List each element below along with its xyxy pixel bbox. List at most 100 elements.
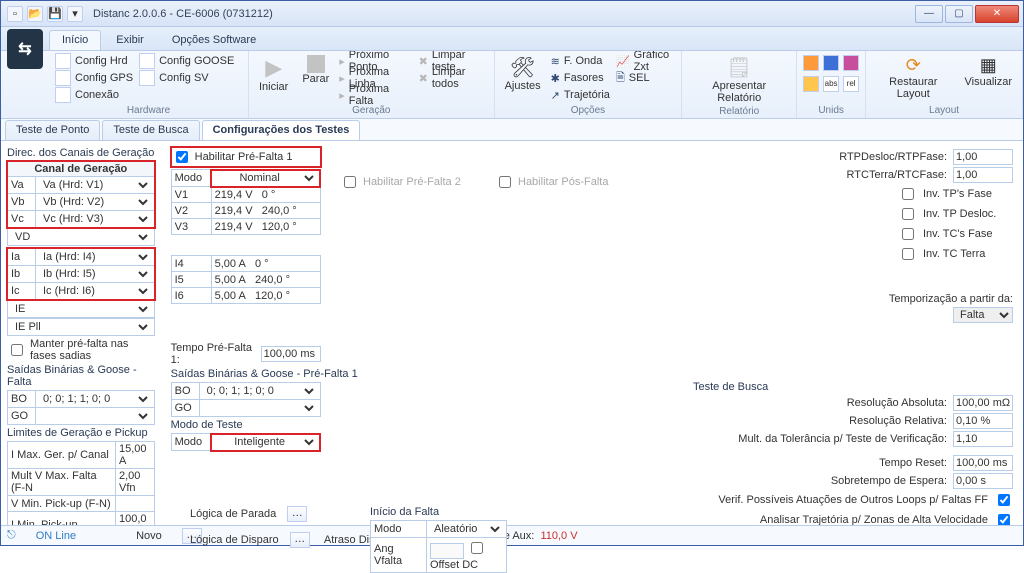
gear-icon [55,53,71,69]
menu-opcoes[interactable]: Opções Software [159,30,269,50]
chk-manter[interactable] [11,344,23,356]
btn-lp[interactable]: … [287,506,307,522]
grafico-zxt[interactable]: 📈 Gráfico Zxt [616,53,675,69]
abs-icon[interactable]: abs [823,76,839,92]
row-ia: IaIa (Hrd: I4) [8,249,155,266]
row-ib: IbIb (Hrd: I5) [8,266,155,283]
sel-vc[interactable]: Vc (Hrd: V3) [39,212,151,226]
sel-modo-pf1[interactable]: Nominal [215,171,317,185]
sel-ib[interactable]: Ib (Hrd: I5) [39,267,151,281]
hab-pf2-label: Habilitar Pré-Falta 2 [363,176,461,188]
sel-vb[interactable]: Vb (Hrd: V2) [39,195,151,209]
chk-v2[interactable] [998,514,1010,525]
rr-label: Resolução Relativa: [849,415,947,427]
sel-ie[interactable]: IE [11,302,151,316]
chk-hab-pf2[interactable] [344,176,356,188]
tab-teste-ponto[interactable]: Teste de Ponto [5,120,100,140]
sb-falta-label: Saídas Binárias & Goose - Falta [7,364,155,388]
mt-title: Modo de Teste [171,419,473,431]
status-online-icon: ⎋ [7,529,16,542]
inp-mt[interactable] [953,431,1013,447]
chk-inv-tp-fase[interactable] [902,188,914,200]
restaurar-layout[interactable]: ⟳Restaurar Layout [872,53,954,102]
qat-open-icon[interactable]: 📂 [27,6,43,22]
sel-temp[interactable]: Falta [953,307,1013,323]
sel-ic[interactable]: Ic (Hrd: I6) [39,284,151,298]
sel-modo-teste[interactable]: Inteligente [215,435,317,449]
lbl-inv-tc-terra: Inv. TC Terra [923,248,1013,260]
sel-go-pf1[interactable] [203,401,317,415]
qat-save-icon[interactable]: 💾 [47,6,63,22]
rtp-label: RTPDesloc/RTPFase: [839,151,947,163]
app-logo-icon[interactable]: ⇆ [7,29,43,69]
config-goose[interactable]: Config GOOSE [139,53,234,69]
v1-label: Verif. Possíveis Atuações de Outros Loop… [718,494,988,506]
tab-config-testes[interactable]: Configurações dos Testes [202,120,361,140]
close-button[interactable]: ✕ [975,5,1019,23]
unit-icon-4[interactable] [803,76,819,92]
visualizar[interactable]: ▦Visualizar [961,53,1017,90]
row-va: VaVa (Hrd: V1) [8,177,155,194]
se-label: Sobretempo de Espera: [831,475,947,487]
fa-value: 110,0 V [540,530,577,542]
sel[interactable]: 🗎 SEL [616,70,675,86]
trajetoria[interactable]: ↗ Trajetória [551,87,610,103]
sel-va[interactable]: Va (Hrd: V1) [39,178,151,192]
tb-title: Teste de Busca [693,381,1013,393]
tempo-pf1-label: Tempo Pré-Falta 1: [171,342,257,366]
gps-icon [55,70,71,86]
unit-icon-3[interactable] [843,55,859,71]
menu-inicio[interactable]: Início [49,30,101,50]
sel-vd[interactable]: VD [11,230,151,244]
sel-iepll[interactable]: IE Pll [11,320,151,334]
unit-icon-2[interactable] [823,55,839,71]
if-title: Início da Falta [370,506,481,518]
window-title: Distanc 2.0.0.6 - CE-6006 (0731212) [93,8,273,20]
inp-ra[interactable] [953,395,1013,411]
chk-inv-tc-fase[interactable] [902,228,914,240]
f-onda[interactable]: ≋ F. Onda [551,53,610,69]
modo-label: Modo [171,170,211,187]
chk-hab-pf1[interactable] [176,151,188,163]
row-vb: VbVb (Hrd: V2) [8,194,155,211]
sel-go-falta[interactable] [39,409,151,423]
rtc-label: RTCTerra/RTCFase: [847,169,947,181]
fasores[interactable]: ✱ Fasores [551,70,610,86]
config-hrd[interactable]: Config Hrd [55,53,133,69]
chk-v1[interactable] [998,494,1010,506]
sel-if-modo[interactable]: Aleatório [430,522,481,525]
qat-new-icon[interactable]: ▫ [7,6,23,22]
lim-title: Limites de Geração e Pickup [7,427,155,439]
inp-tr[interactable] [953,455,1013,471]
lbl-inv-tp-desloc: Inv. TP Desloc. [923,208,1013,220]
conexao[interactable]: Conexão [55,87,133,103]
maximize-button[interactable]: ▢ [945,5,973,23]
tab-teste-busca[interactable]: Teste de Busca [102,120,199,140]
qat-dropdown-icon[interactable]: ▾ [67,6,83,22]
ajustes-button[interactable]: 🛠Ajustes [501,53,545,94]
config-sv[interactable]: Config SV [139,70,234,86]
chk-inv-tc-terra[interactable] [902,248,914,260]
inp-rtc[interactable] [953,167,1013,183]
inp-rr[interactable] [953,413,1013,429]
chk-inv-tp-desloc[interactable] [902,208,914,220]
lp-label: Lógica de Parada [190,508,276,520]
sel-ia[interactable]: Ia (Hrd: I4) [39,250,151,264]
group-relatorio: Relatório [688,106,790,117]
inp-se[interactable] [953,473,1013,489]
lbl-inv-tc-fase: Inv. TC's Fase [923,228,1013,240]
config-gps[interactable]: Config GPS [55,70,133,86]
minimize-button[interactable]: — [915,5,943,23]
direc-label: Direc. dos Canais de Geração [7,147,155,159]
inp-tempo-pf1[interactable] [261,346,321,362]
group-geracao: Geração [255,105,488,116]
sel-bo-falta[interactable]: 0; 0; 1; 1; 0; 0 [39,392,151,406]
rel-icon[interactable]: rel [843,76,859,92]
unit-icon-1[interactable] [803,55,819,71]
hab-pf1-label: Habilitar Pré-Falta 1 [195,151,293,163]
inp-rtp[interactable] [953,149,1013,165]
sel-bo-pf1[interactable]: 0; 0; 1; 1; 0; 0 [203,384,317,398]
sv-icon [139,70,155,86]
menu-exibir[interactable]: Exibir [103,30,157,50]
ra-label: Resolução Absoluta: [847,397,947,409]
